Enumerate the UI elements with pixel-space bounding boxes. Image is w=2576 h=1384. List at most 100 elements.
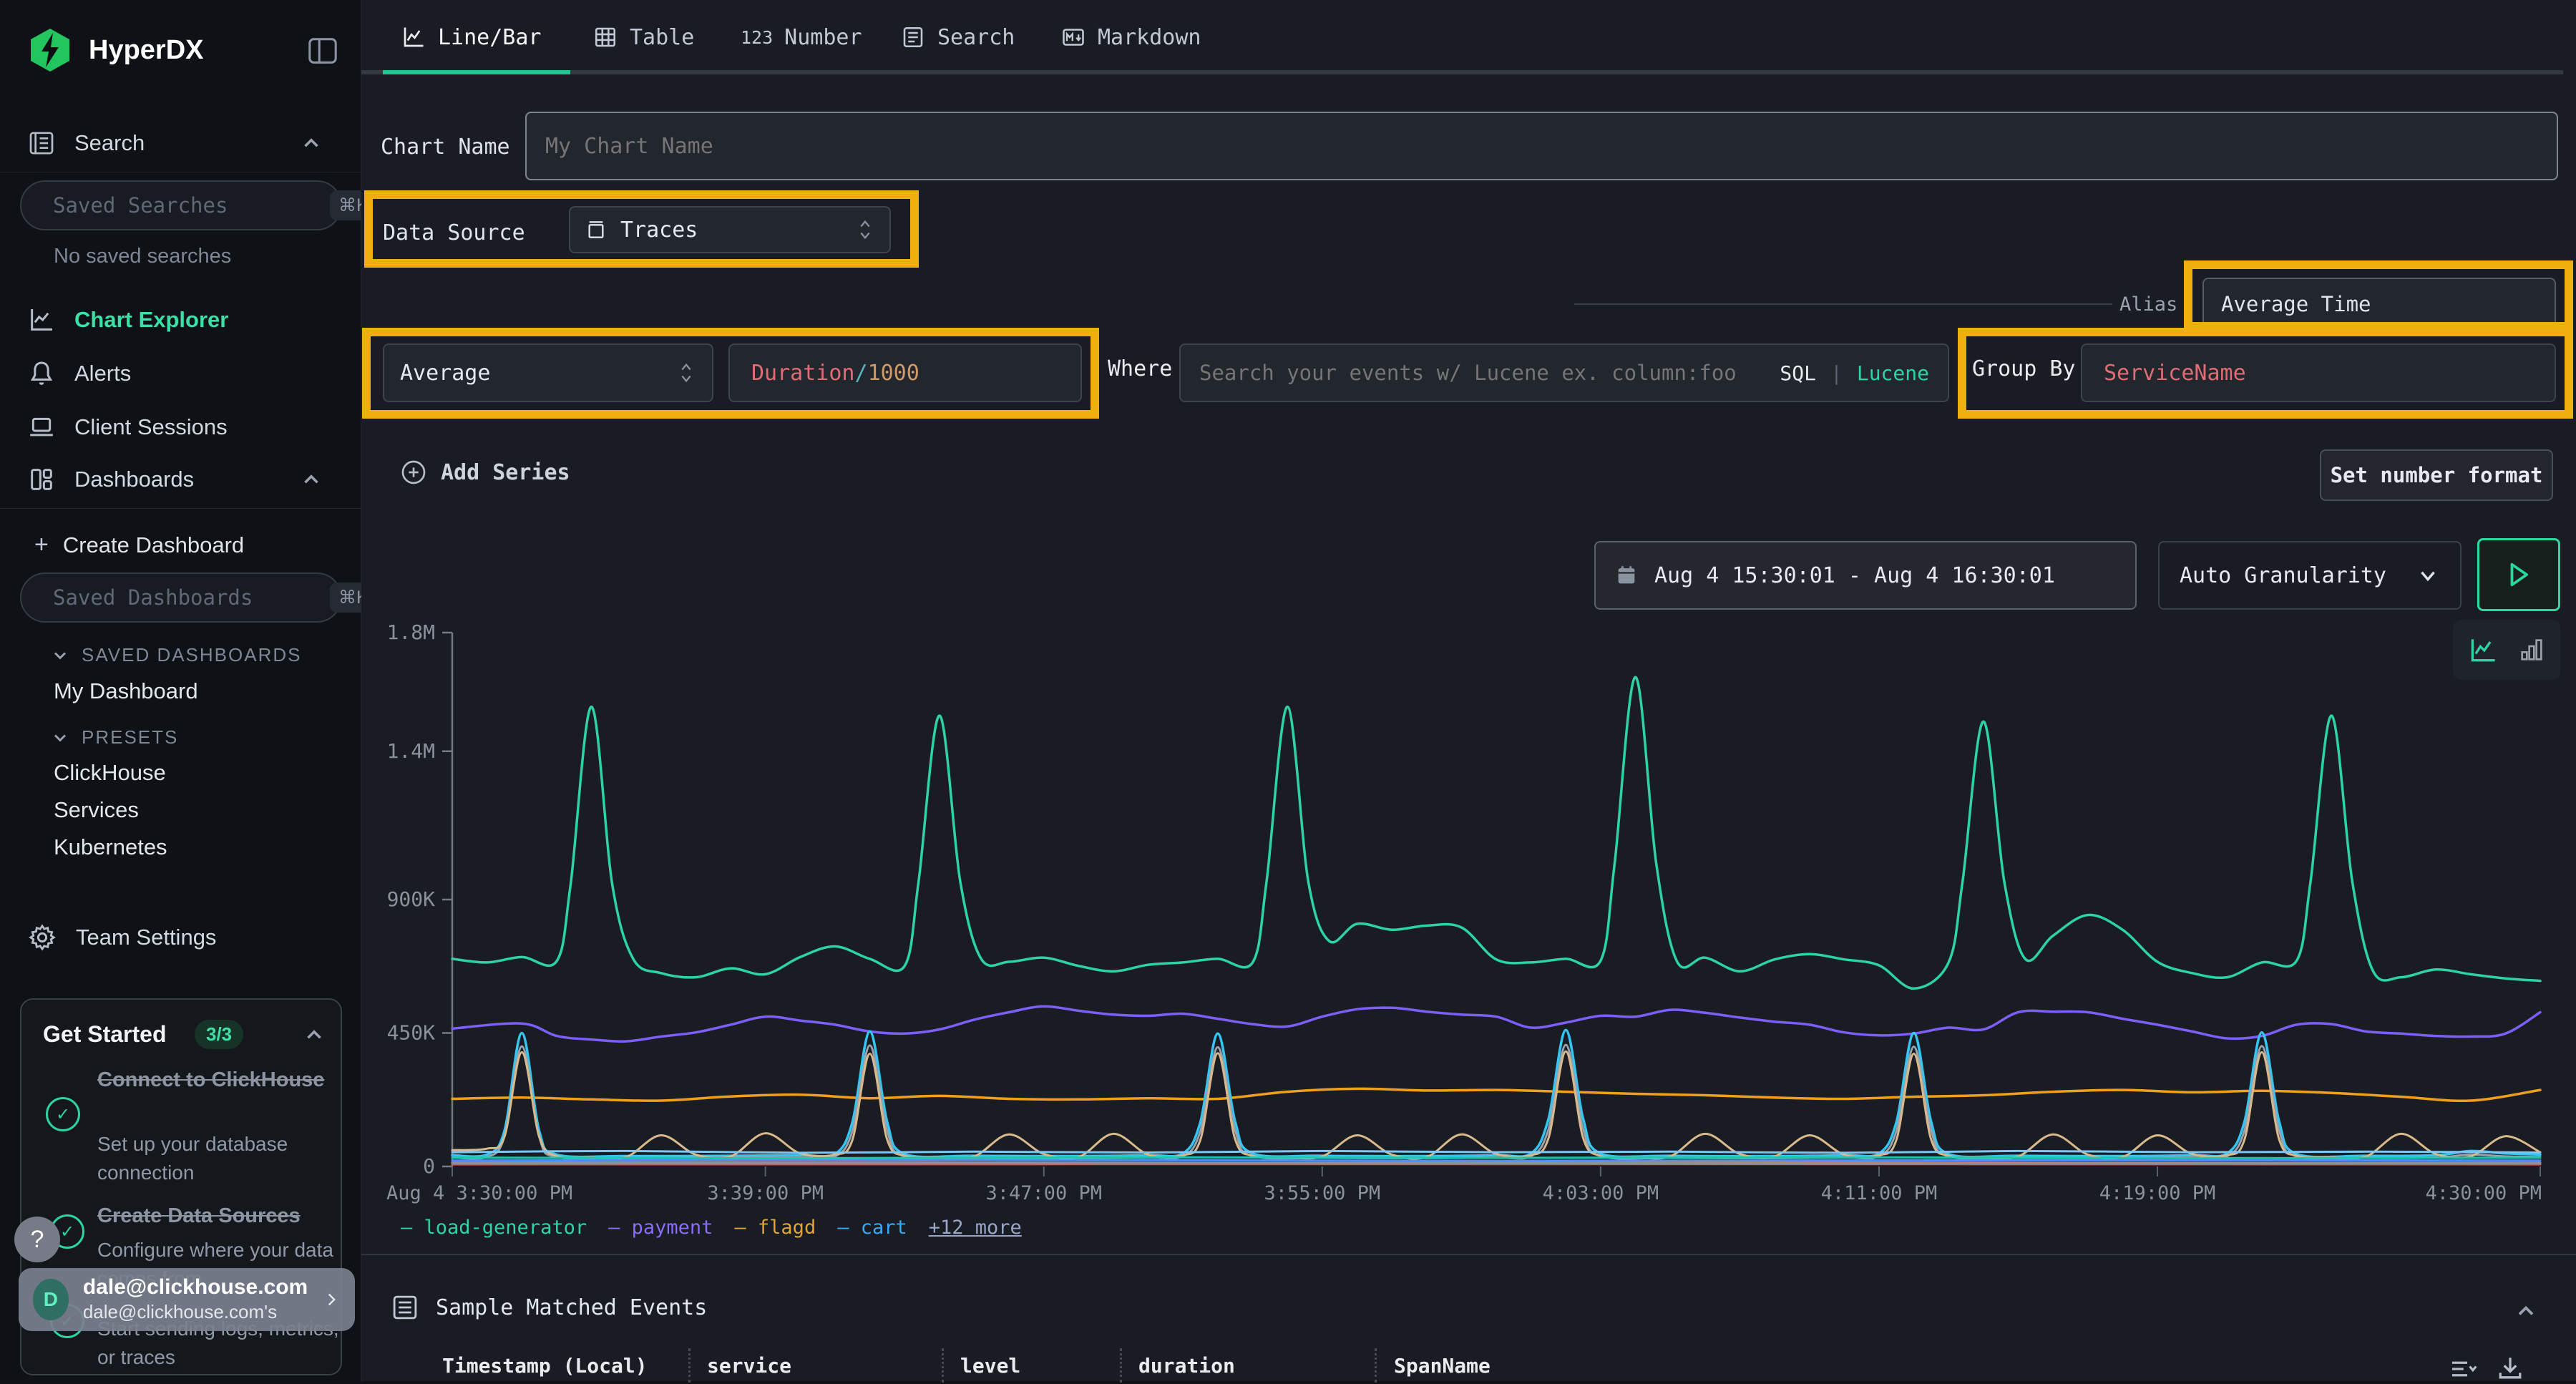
tab-table[interactable]: Table — [592, 0, 694, 74]
alias-field[interactable] — [2202, 278, 2556, 331]
column-header-level[interactable]: level — [960, 1354, 1020, 1378]
y-axis-tick-label: 0 — [423, 1154, 435, 1178]
saved-dashboards-group[interactable]: SAVED DASHBOARDS — [50, 644, 301, 666]
saved-searches-search[interactable]: ⌘K — [20, 180, 342, 230]
table-icon — [592, 24, 618, 50]
alias-input[interactable] — [2221, 292, 2537, 316]
run-query-button[interactable] — [2477, 538, 2560, 611]
column-header-service[interactable]: service — [707, 1354, 791, 1378]
sql-mode-toggle[interactable]: SQL — [1780, 361, 1816, 385]
data-source-value: Traces — [620, 218, 842, 243]
saved-dashboards-search[interactable]: ⌘K — [20, 572, 342, 623]
chevron-up-icon[interactable] — [302, 1023, 326, 1047]
section-search[interactable]: Search — [0, 120, 361, 166]
where-search-field[interactable]: SQL | Lucene — [1179, 343, 1949, 402]
collapse-sidebar-icon[interactable] — [306, 34, 339, 67]
y-axis-tick-label: 1.8M — [387, 620, 435, 644]
presets-group[interactable]: PRESETS — [50, 726, 178, 749]
plus-icon: + — [34, 531, 49, 559]
legend-item[interactable]: — load-generator — [401, 1217, 587, 1239]
field-token: / — [855, 361, 868, 386]
x-axis-tick-label: 3:39:00 PM — [707, 1182, 824, 1204]
saved-dashboards-input[interactable] — [53, 585, 317, 610]
create-dashboard-button[interactable]: + Create Dashboard — [34, 531, 244, 559]
x-axis-tick-label: 3:55:00 PM — [1264, 1182, 1381, 1204]
get-started-title: Get Started — [43, 1021, 166, 1048]
alias-label: Alias — [2119, 293, 2177, 316]
lucene-mode-toggle[interactable]: Lucene — [1857, 361, 1929, 385]
traces-box-icon — [585, 218, 608, 241]
sidebar-item-kubernetes[interactable]: Kubernetes — [54, 834, 167, 860]
column-separator[interactable] — [942, 1348, 944, 1383]
series-line-ad — [452, 1160, 2540, 1161]
field-expression-input[interactable]: Duration/1000 — [728, 343, 1082, 402]
column-separator[interactable] — [1120, 1348, 1122, 1383]
download-icon[interactable] — [2494, 1353, 2526, 1384]
get-started-item-title[interactable]: Connect to ClickHouse — [97, 1066, 326, 1094]
tab-label: Number — [784, 25, 862, 50]
divider — [361, 1254, 2576, 1255]
series-line-cart — [452, 1030, 2540, 1156]
tab-number[interactable]: 123 Number — [741, 0, 862, 74]
add-series-button[interactable]: Add Series — [399, 458, 570, 487]
aggregation-select[interactable]: Average — [383, 343, 713, 402]
user-menu[interactable]: D dale@clickhouse.com dale@clickhouse.co… — [19, 1268, 355, 1331]
column-separator[interactable] — [1375, 1348, 1377, 1383]
sidebar-item-clickhouse[interactable]: ClickHouse — [54, 760, 166, 786]
saved-searches-input[interactable] — [53, 193, 317, 218]
sidebar: HyperDX Search ⌘K No saved searches Char… — [0, 0, 361, 1381]
chart-name-label: Chart Name — [381, 135, 510, 160]
group-by-field[interactable]: ServiceName — [2081, 343, 2556, 402]
column-header-timestamp[interactable]: Timestamp (Local) — [442, 1354, 648, 1378]
sidebar-item-alerts[interactable]: Alerts — [0, 351, 361, 396]
tab-line-bar[interactable]: Line/Bar — [401, 0, 542, 74]
tab-search[interactable]: Search — [900, 0, 1015, 74]
markdown-icon — [1060, 24, 1086, 50]
timeseries-chart[interactable]: 0450K900K1.4M1.8MAug 4 3:30:00 PM3:39:00… — [386, 614, 2562, 1208]
series-line-payment — [452, 1006, 2540, 1041]
series-line-load-generator — [452, 677, 2540, 988]
series-line-flagd — [452, 1088, 2540, 1101]
get-started-item-title[interactable]: Create Data Sources — [97, 1204, 341, 1228]
sidebar-item-client-sessions[interactable]: Client Sessions — [0, 404, 361, 450]
column-settings-icon[interactable] — [2447, 1354, 2477, 1384]
user-email: dale@clickhouse.com — [83, 1275, 308, 1300]
data-source-select[interactable]: Traces — [569, 206, 891, 253]
sample-events-header[interactable]: Sample Matched Events — [390, 1292, 707, 1322]
sidebar-item-team-settings[interactable]: Team Settings — [0, 915, 361, 960]
search-panel-icon — [27, 129, 56, 157]
sidebar-item-chart-explorer[interactable]: Chart Explorer — [0, 297, 361, 343]
logo[interactable]: HyperDX — [27, 27, 204, 73]
sidebar-item-services[interactable]: Services — [54, 797, 139, 823]
chevron-down-icon — [50, 645, 70, 666]
time-range-picker[interactable]: Aug 4 15:30:01 - Aug 4 16:30:01 — [1594, 541, 2137, 610]
sidebar-item-dashboards[interactable]: Dashboards — [0, 457, 361, 502]
chevron-up-icon — [299, 467, 323, 492]
set-number-format-button[interactable]: Set number format — [2320, 449, 2553, 501]
chart-name-field[interactable] — [525, 112, 2558, 180]
help-button[interactable]: ? — [14, 1217, 60, 1262]
legend-item[interactable]: — cart — [837, 1217, 907, 1239]
legend-item[interactable]: — payment — [608, 1217, 713, 1239]
tab-label: Search — [937, 25, 1015, 50]
granularity-select[interactable]: Auto Granularity — [2158, 541, 2462, 610]
tab-markdown[interactable]: Markdown — [1060, 0, 1201, 74]
column-header-duration[interactable]: duration — [1138, 1354, 1235, 1378]
collapse-section-icon[interactable] — [2513, 1298, 2539, 1324]
column-header-spanname[interactable]: SpanName — [1394, 1354, 1491, 1378]
avatar: D — [33, 1279, 69, 1320]
sidebar-item-my-dashboard[interactable]: My Dashboard — [54, 678, 198, 704]
series-line-checkout — [452, 1051, 2540, 1159]
tab-label: Line/Bar — [438, 25, 542, 50]
column-separator[interactable] — [688, 1348, 691, 1383]
chart-name-input[interactable] — [545, 134, 2538, 159]
series-line-shipping — [452, 1163, 2540, 1164]
time-range-value: Aug 4 15:30:01 - Aug 4 16:30:01 — [1654, 563, 2055, 588]
chevron-up-icon — [299, 131, 323, 155]
x-axis-tick-label: 4:19:00 PM — [2099, 1182, 2216, 1204]
sample-events-title: Sample Matched Events — [436, 1295, 707, 1320]
legend-item[interactable]: — flagd — [734, 1217, 816, 1239]
where-search-input[interactable] — [1199, 361, 1765, 385]
bell-icon — [27, 359, 56, 388]
legend-more-link[interactable]: +12 more — [929, 1217, 1022, 1239]
